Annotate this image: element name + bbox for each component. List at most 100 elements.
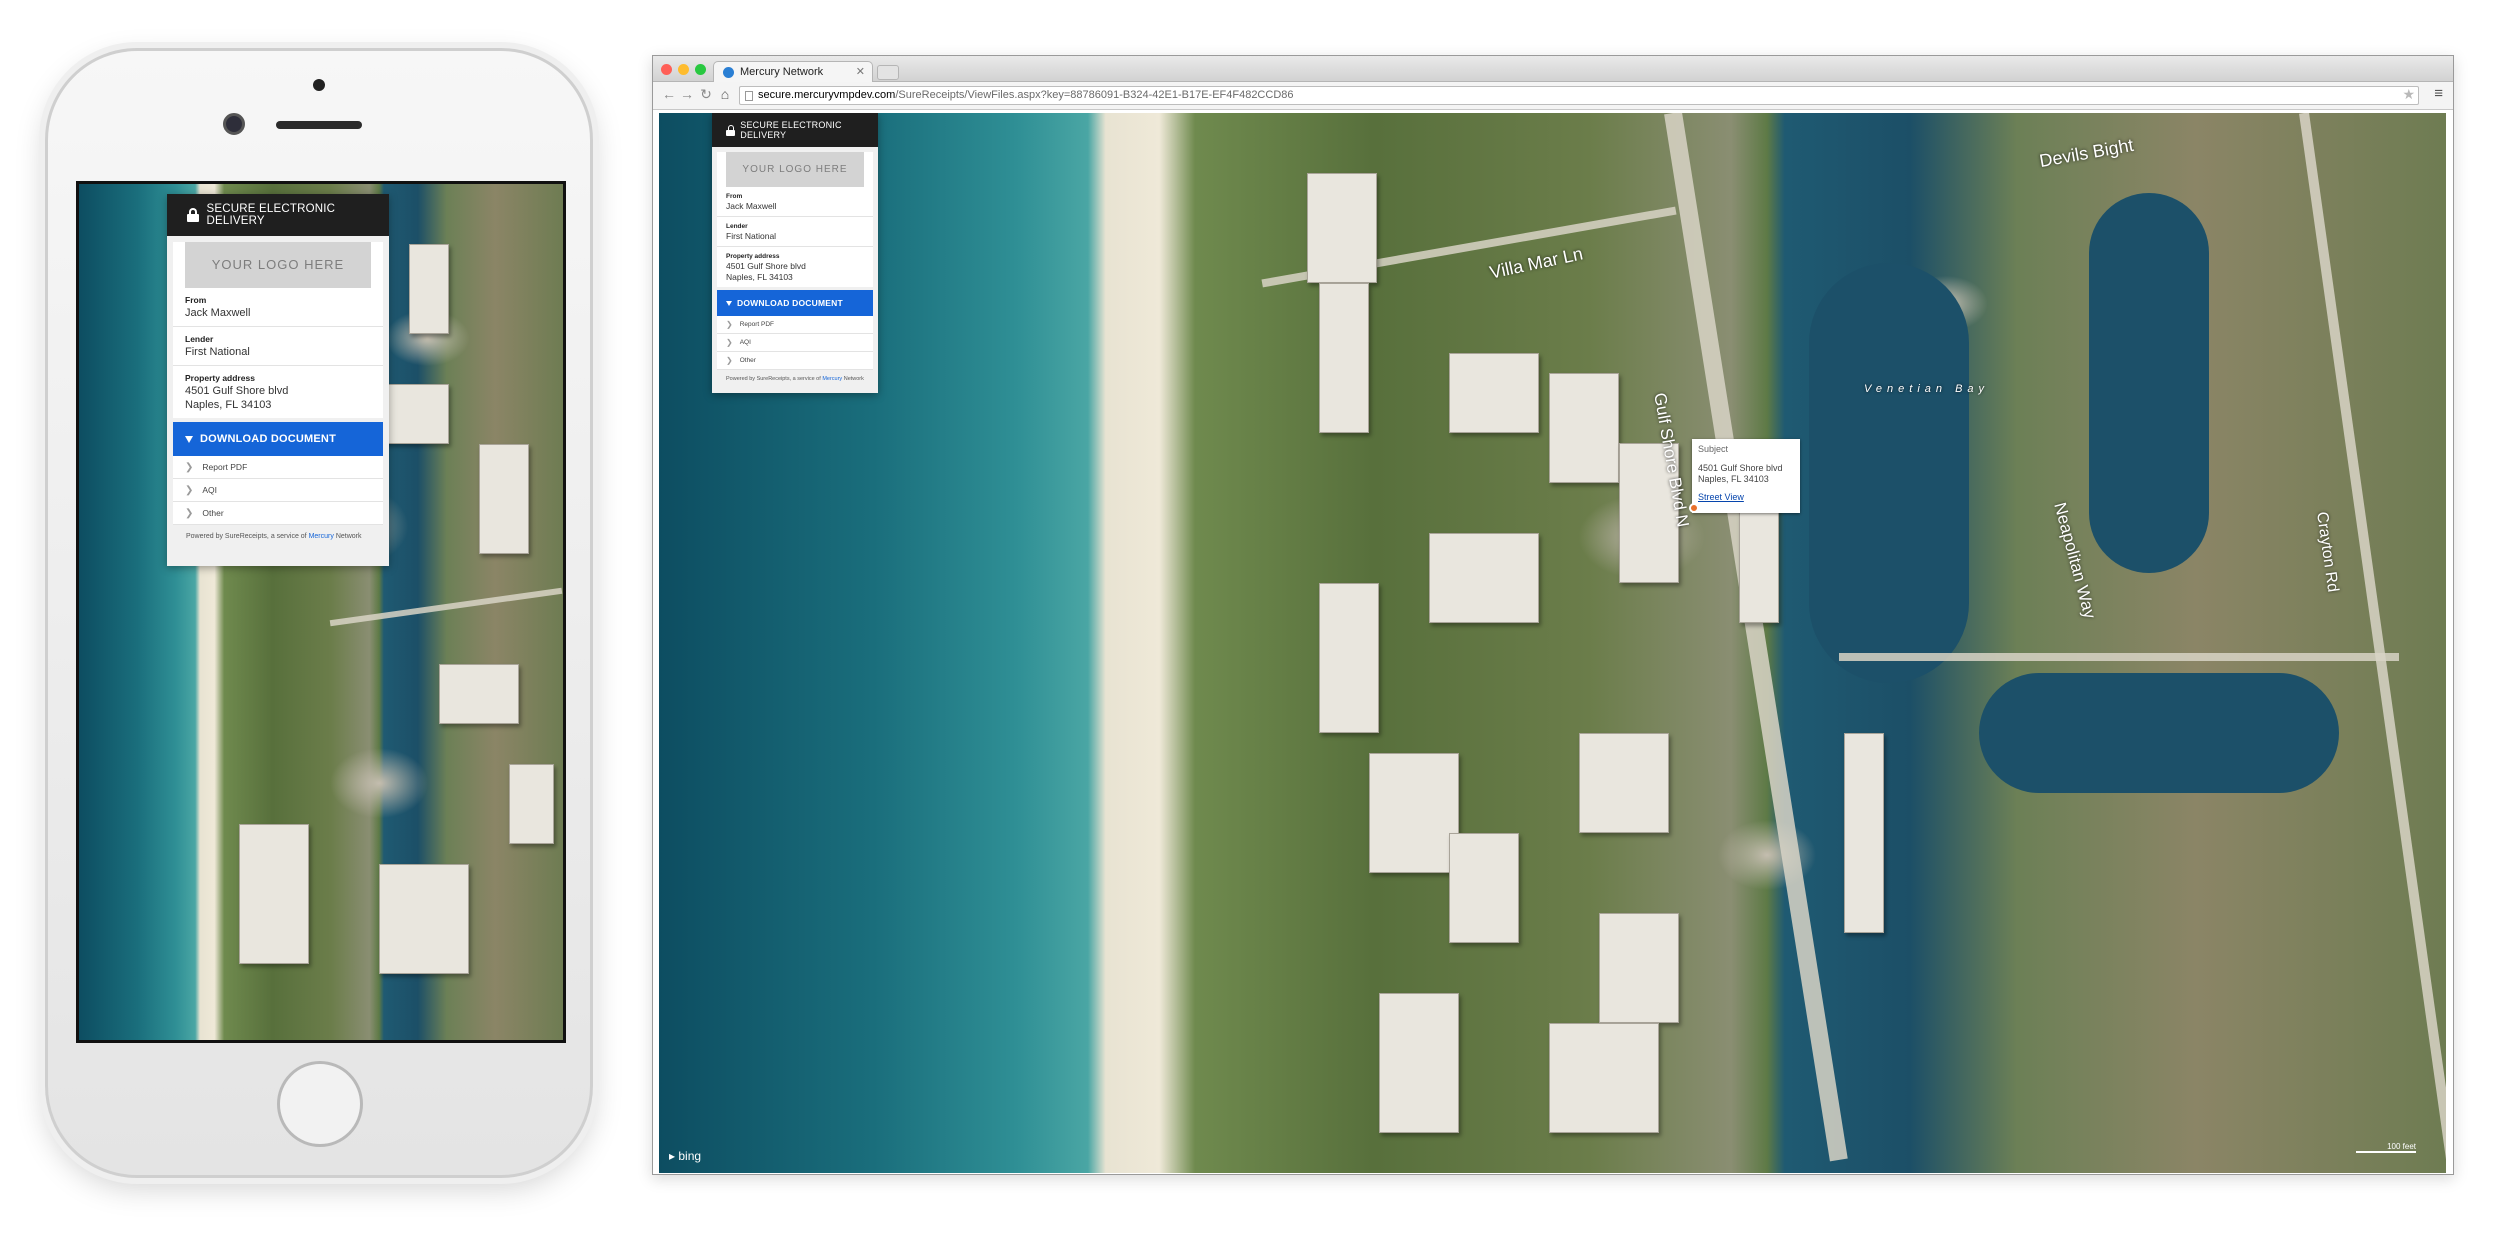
lender-value: First National <box>185 346 250 358</box>
url-domain: secure.mercuryvmpdev.com <box>758 89 896 101</box>
powered-suffix: Network <box>335 533 362 540</box>
popup-title: Subject <box>1698 444 1729 454</box>
new-tab-button[interactable] <box>877 65 899 80</box>
bookmark-star-icon[interactable]: ★ <box>2402 86 2415 103</box>
building <box>1449 353 1539 433</box>
menu-icon[interactable]: ≡ <box>2434 85 2443 102</box>
popup-address-line2: Naples, FL 34103 <box>1698 474 1769 484</box>
browser-tab[interactable]: Mercury Network ✕ <box>713 61 873 82</box>
building <box>1549 373 1619 483</box>
phone-camera <box>223 113 245 135</box>
file-label: Report PDF <box>739 321 775 328</box>
scale-bar: 100 feet <box>2356 1142 2416 1153</box>
browser-titlebar: Mercury Network ✕ <box>653 56 2453 82</box>
file-item-other[interactable]: ❯ Other <box>717 352 873 370</box>
file-label: Other <box>202 508 224 518</box>
from-label: From <box>185 295 207 305</box>
canal <box>2089 193 2209 573</box>
from-value: Jack Maxwell <box>726 201 777 211</box>
forward-icon[interactable]: → <box>679 86 695 102</box>
file-item-aqi[interactable]: ❯ AQI <box>173 479 383 502</box>
canal <box>1809 263 1969 683</box>
building <box>479 444 529 554</box>
download-document-button[interactable]: DOWNLOAD DOCUMENT <box>717 290 873 316</box>
mercury-link[interactable]: Mercury <box>309 533 334 540</box>
caret-down-icon <box>185 435 193 443</box>
panel-header: SECURE ELECTRONIC DELIVERY <box>167 194 389 236</box>
building <box>239 824 309 964</box>
building <box>1307 173 1377 283</box>
chevron-right-icon: ❯ <box>726 356 733 365</box>
file-item-report-pdf[interactable]: ❯ Report PDF <box>717 316 873 334</box>
building <box>439 664 519 724</box>
minimize-window-button[interactable] <box>678 64 689 75</box>
reload-icon[interactable]: ↻ <box>698 86 714 103</box>
powered-by: Powered by SureReceipts, a service of Me… <box>167 525 389 540</box>
browser-toolbar: ← → ↻ ⌂ secure.mercuryvmpdev.com/SureRec… <box>653 82 2453 110</box>
logo-placeholder: YOUR LOGO HERE <box>185 242 371 288</box>
phone-speaker <box>276 121 362 129</box>
address-line1: 4501 Gulf Shore blvd <box>726 261 806 271</box>
building <box>1379 993 1459 1133</box>
file-label: AQI <box>202 485 218 495</box>
mercury-link[interactable]: Mercury <box>822 376 842 382</box>
url-path: /SureReceipts/ViewFiles.aspx?key=8878609… <box>895 89 1294 101</box>
lock-icon <box>726 124 735 136</box>
info-card: YOUR LOGO HERE From Jack Maxwell Lender … <box>173 242 383 418</box>
close-tab-icon[interactable]: ✕ <box>856 65 865 78</box>
chevron-right-icon: ❯ <box>185 507 194 519</box>
map-label: Crayton Rd <box>2313 510 2342 594</box>
page-viewport: Villa Mar Ln Gulf Shore Blvd N Venetian … <box>659 113 2446 1173</box>
lock-icon <box>187 208 199 222</box>
street-view-link[interactable]: Street View <box>1698 492 1794 503</box>
address-bar[interactable]: secure.mercuryvmpdev.com/SureReceipts/Vi… <box>739 86 2419 105</box>
desktop-aerial-map[interactable]: Villa Mar Ln Gulf Shore Blvd N Venetian … <box>659 113 2446 1173</box>
powered-by: Powered by SureReceipts, a service of Me… <box>712 370 878 382</box>
powered-suffix: Network <box>843 376 864 382</box>
phone-mockup: SECURE ELECTRONIC DELIVERY YOUR LOGO HER… <box>45 48 593 1178</box>
logo-placeholder: YOUR LOGO HERE <box>726 152 864 187</box>
home-button[interactable] <box>277 1061 363 1147</box>
building <box>1599 913 1679 1023</box>
file-item-other[interactable]: ❯ Other <box>173 502 383 525</box>
file-label: Report PDF <box>202 462 248 472</box>
phone-aerial-map[interactable]: SECURE ELECTRONIC DELIVERY YOUR LOGO HER… <box>79 184 563 1040</box>
file-label: AQI <box>739 339 751 346</box>
address-field: Property address 4501 Gulf Shore blvd Na… <box>173 366 383 418</box>
chevron-right-icon: ❯ <box>185 484 194 496</box>
road <box>1839 653 2399 661</box>
map-pin-icon[interactable] <box>1689 503 1699 513</box>
building <box>1844 733 1884 933</box>
from-value: Jack Maxwell <box>185 307 251 319</box>
panel-header-title: SECURE ELECTRONIC DELIVERY <box>740 120 842 140</box>
building <box>1319 583 1379 733</box>
map-label: Devils Bight <box>2037 134 2135 172</box>
marketing-composite: SECURE ELECTRONIC DELIVERY YOUR LOGO HER… <box>0 0 2500 1257</box>
page-icon <box>745 91 753 101</box>
download-document-button[interactable]: DOWNLOAD DOCUMENT <box>173 422 383 456</box>
powered-prefix: Powered by SureReceipts, a service of <box>186 533 307 540</box>
file-item-report-pdf[interactable]: ❯ Report PDF <box>173 456 383 479</box>
chevron-right-icon: ❯ <box>726 338 733 347</box>
delivery-panel: SECURE ELECTRONIC DELIVERY YOUR LOGO HER… <box>167 194 389 566</box>
address-line1: 4501 Gulf Shore blvd <box>185 385 289 397</box>
building <box>1579 733 1669 833</box>
address-label: Property address <box>185 373 255 383</box>
back-icon[interactable]: ← <box>661 86 677 102</box>
bing-logo: ▸ bing <box>669 1149 702 1163</box>
phone-screen: SECURE ELECTRONIC DELIVERY YOUR LOGO HER… <box>76 181 566 1043</box>
address-line2: Naples, FL 34103 <box>726 272 793 282</box>
building <box>1449 833 1519 943</box>
address-label: Property address <box>726 253 780 260</box>
close-window-button[interactable] <box>661 64 672 75</box>
lender-field: Lender First National <box>173 327 383 366</box>
info-card: YOUR LOGO HERE From Jack Maxwell Lender … <box>717 152 873 287</box>
home-icon[interactable]: ⌂ <box>717 86 733 102</box>
file-item-aqi[interactable]: ❯ AQI <box>717 334 873 352</box>
building <box>409 244 449 334</box>
map-label: Villa Mar Ln <box>1487 243 1585 283</box>
browser-window: Mercury Network ✕ ← → ↻ ⌂ secure.mercury… <box>652 55 2454 1175</box>
road <box>329 587 563 627</box>
caret-down-icon <box>726 300 732 306</box>
maximize-window-button[interactable] <box>695 64 706 75</box>
